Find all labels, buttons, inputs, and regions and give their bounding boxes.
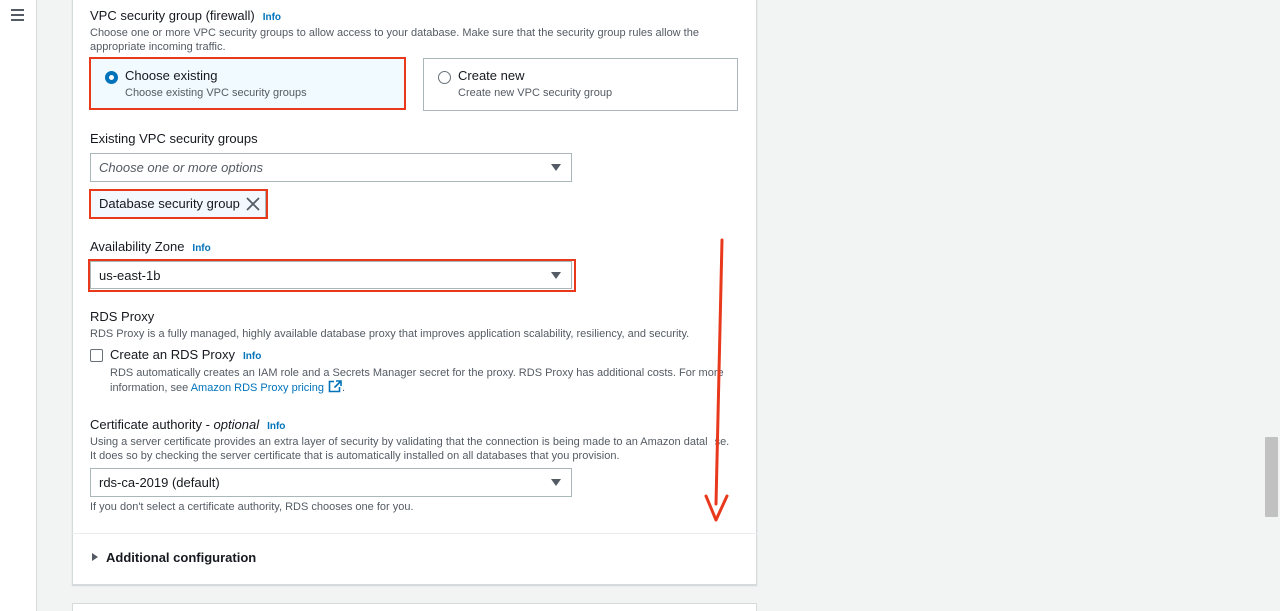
choose-existing-description: Choose existing VPC security groups (125, 87, 307, 99)
rds-proxy-detail-line1: RDS automatically creates an IAM role an… (110, 367, 724, 379)
certificate-authority-description: Using a server certificate provides an e… (90, 435, 750, 463)
certificate-authority-heading: Certificate authority - optional Info (90, 417, 285, 432)
rds-proxy-detail-suffix: . (342, 382, 346, 394)
selected-group-token: Database security group (90, 190, 266, 218)
security-group-heading: VPC security group (firewall) Info (90, 8, 281, 23)
certificate-authority-info-link[interactable]: Info (267, 421, 285, 432)
create-new-radio[interactable] (438, 71, 451, 84)
additional-configuration-label: Additional configuration (106, 550, 257, 565)
choose-existing-title: Choose existing (125, 68, 218, 83)
certificate-authority-value: rds-ca-2019 (default) (99, 475, 220, 490)
section-divider (72, 533, 757, 534)
availability-zone-label: Availability Zone (90, 239, 185, 254)
certificate-authority-description-line1-text: Using a server certificate provides an e… (90, 436, 708, 448)
create-new-tile[interactable]: Create new Create new VPC security group (423, 58, 738, 111)
caret-down-icon (551, 164, 561, 171)
create-new-description: Create new VPC security group (458, 87, 613, 99)
certificate-authority-label: Certificate authority - (90, 417, 214, 432)
additional-configuration-expander[interactable]: Additional configuration (92, 550, 256, 565)
certificate-authority-hint: If you don't select a certificate author… (90, 501, 414, 513)
rds-proxy-description: RDS Proxy is a fully managed, highly ava… (90, 328, 690, 340)
close-icon[interactable] (244, 194, 262, 214)
choose-existing-tile[interactable]: Choose existing Choose existing VPC secu… (90, 58, 405, 110)
scrollbar-thumb[interactable] (1265, 437, 1278, 517)
certificate-authority-description-line1-tail: se. (714, 436, 730, 448)
rds-proxy-detail-prefix: information, see (110, 382, 191, 394)
next-panel (72, 603, 757, 611)
security-group-description-line1: Choose one or more VPC security groups t… (90, 27, 699, 39)
availability-zone-info-link[interactable]: Info (192, 243, 210, 254)
create-new-title: Create new (458, 68, 525, 83)
menu-icon[interactable] (11, 9, 24, 21)
certificate-authority-optional: optional (213, 417, 260, 432)
rds-proxy-heading: RDS Proxy (90, 309, 155, 324)
existing-groups-placeholder: Choose one or more options (99, 160, 264, 175)
certificate-authority-select[interactable]: rds-ca-2019 (default) (90, 468, 572, 497)
security-group-description: Choose one or more VPC security groups t… (90, 26, 730, 54)
existing-groups-select[interactable]: Choose one or more options (90, 153, 572, 182)
caret-down-icon (551, 479, 561, 486)
selected-group-token-label: Database security group (99, 196, 240, 211)
availability-zone-heading: Availability Zone Info (90, 239, 211, 254)
rds-proxy-detail-line2: information, see Amazon RDS Proxy pricin… (110, 380, 730, 395)
rds-proxy-pricing-link[interactable]: Amazon RDS Proxy pricing (191, 382, 324, 394)
security-group-info-link[interactable]: Info (263, 12, 281, 23)
create-rds-proxy-checkbox[interactable] (90, 349, 103, 362)
external-link-icon[interactable] (328, 380, 342, 393)
availability-zone-select[interactable]: us-east-1b (90, 261, 572, 289)
security-group-heading-text: VPC security group (firewall) (90, 8, 255, 23)
choose-existing-radio[interactable] (105, 71, 118, 84)
caret-right-icon (92, 553, 98, 561)
existing-groups-label: Existing VPC security groups (90, 131, 258, 146)
certificate-authority-description-line1: Using a server certificate provides an e… (90, 435, 750, 449)
create-rds-proxy-label[interactable]: Create an RDS Proxy (110, 347, 235, 362)
security-group-description-line2: appropriate incoming traffic. (90, 41, 226, 53)
availability-zone-value: us-east-1b (99, 268, 161, 283)
create-rds-proxy-label-row: Create an RDS Proxy Info (110, 347, 261, 362)
caret-down-icon (551, 272, 561, 279)
rds-proxy-info-link[interactable]: Info (243, 351, 261, 362)
left-nav-bar (0, 0, 37, 611)
certificate-authority-description-line2: It does so by checking the server certif… (90, 450, 620, 462)
rds-proxy-detail: RDS automatically creates an IAM role an… (110, 366, 730, 395)
